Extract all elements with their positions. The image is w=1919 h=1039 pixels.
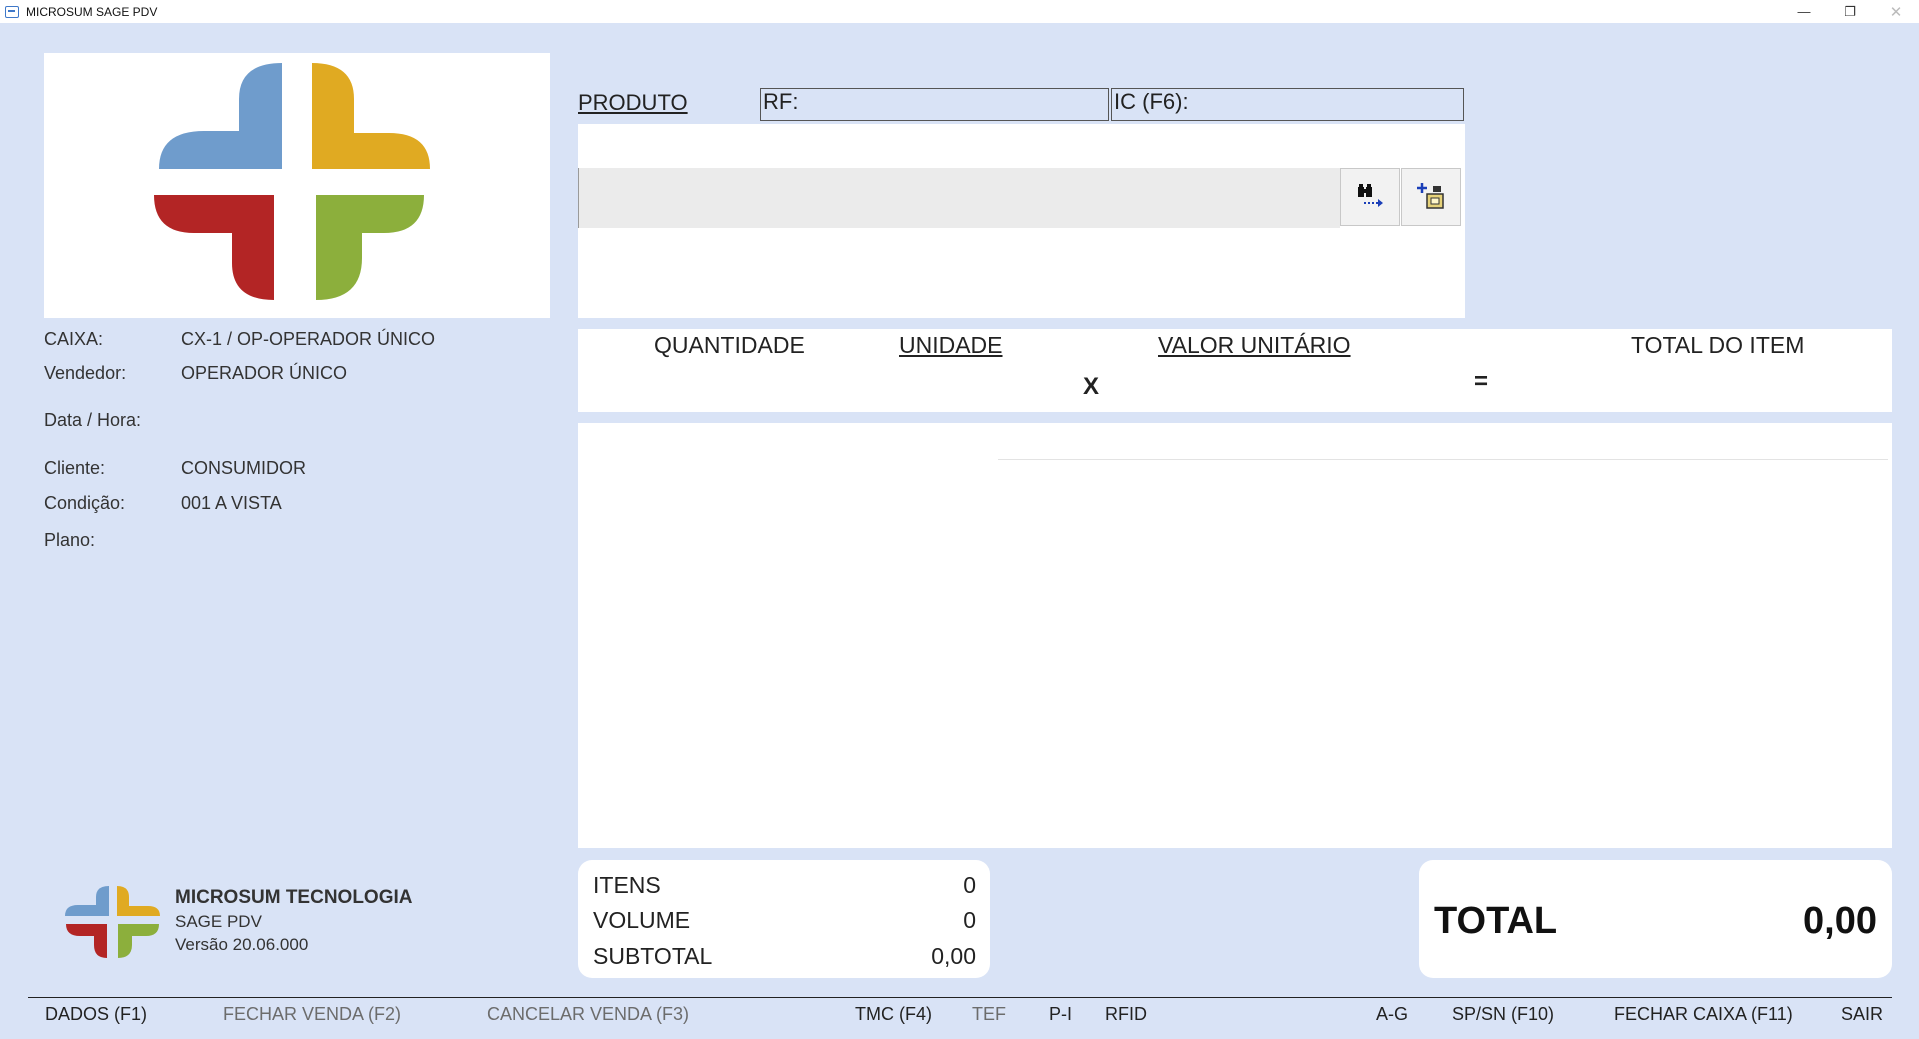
search-product-button[interactable] <box>1340 168 1400 226</box>
volume-label: VOLUME <box>593 907 691 933</box>
itens-label: ITENS <box>593 872 661 898</box>
subtotal-label: SUBTOTAL <box>593 943 713 969</box>
items-list[interactable] <box>578 423 1892 848</box>
condicao-value: 001 A VISTA <box>181 493 282 513</box>
times-sign: X <box>1083 373 1100 400</box>
product-name: SAGE PDV <box>175 912 262 931</box>
dados-button[interactable]: DADOS (F1) <box>45 1004 147 1025</box>
window-title: MICROSUM SAGE PDV <box>26 4 158 19</box>
subtotal-value: 0,00 <box>931 943 976 969</box>
function-bar-divider <box>28 997 1892 998</box>
add-item-icon <box>1417 183 1444 209</box>
version-text: Versão 20.06.000 <box>175 935 309 954</box>
title-bar: MICROSUM SAGE PDV <box>0 0 1919 23</box>
plano-label: Plano: <box>44 530 96 550</box>
fechar-caixa-button[interactable]: FECHAR CAIXA (F11) <box>1614 1004 1793 1025</box>
total-label: TOTAL <box>1434 900 1558 942</box>
quantidade-header: QUANTIDADE <box>654 332 805 358</box>
vendedor-label: Vendedor: <box>44 363 127 383</box>
ag-button[interactable]: A-G <box>1376 1004 1408 1025</box>
close-button[interactable]: ✕ <box>1873 0 1919 23</box>
tmc-button[interactable]: TMC (F4) <box>855 1004 932 1025</box>
caixa-label: CAIXA: <box>44 329 104 349</box>
produto-label[interactable]: PRODUTO <box>578 90 688 116</box>
tef-button[interactable]: TEF <box>972 1004 1006 1025</box>
restore-button[interactable]: ❐ <box>1827 0 1873 23</box>
list-divider <box>998 459 1888 460</box>
unidade-header[interactable]: UNIDADE <box>899 332 1003 359</box>
fechar-venda-button[interactable]: FECHAR VENDA (F2) <box>223 1004 401 1025</box>
equals-sign: = <box>1474 368 1489 395</box>
ic-field[interactable]: IC (F6): <box>1111 88 1464 121</box>
cliente-label: Cliente: <box>44 458 106 478</box>
binoculars-icon <box>1358 184 1383 207</box>
cliente-value: CONSUMIDOR <box>181 458 306 478</box>
volume-value: 0 <box>963 907 976 933</box>
vendedor-value: OPERADOR ÚNICO <box>181 363 348 383</box>
rfid-button[interactable]: RFID <box>1105 1004 1147 1025</box>
itens-value: 0 <box>963 872 976 898</box>
caixa-value: CX-1 / OP-OPERADOR ÚNICO <box>181 329 436 349</box>
pi-button[interactable]: P-I <box>1049 1004 1072 1025</box>
company-logo <box>154 63 430 300</box>
app-icon <box>5 5 19 18</box>
product-search-input[interactable] <box>578 168 1340 228</box>
company-logo-panel <box>44 53 550 318</box>
condicao-label: Condição: <box>44 493 126 513</box>
valor-unitario-header[interactable]: VALOR UNITÁRIO <box>1158 332 1351 359</box>
minimize-button[interactable]: — <box>1781 0 1827 23</box>
datahora-label: Data / Hora: <box>44 410 142 430</box>
total-item-header: TOTAL DO ITEM <box>1631 332 1805 358</box>
sair-button[interactable]: SAIR <box>1841 1004 1883 1025</box>
add-product-button[interactable] <box>1401 168 1461 226</box>
rf-field[interactable]: RF: <box>760 88 1109 121</box>
company-name: MICROSUM TECNOLOGIA <box>175 887 413 908</box>
cancelar-venda-button[interactable]: CANCELAR VENDA (F3) <box>487 1004 689 1025</box>
total-value: 0,00 <box>1803 900 1877 942</box>
spsn-button[interactable]: SP/SN (F10) <box>1452 1004 1554 1025</box>
company-logo-small <box>65 886 160 958</box>
